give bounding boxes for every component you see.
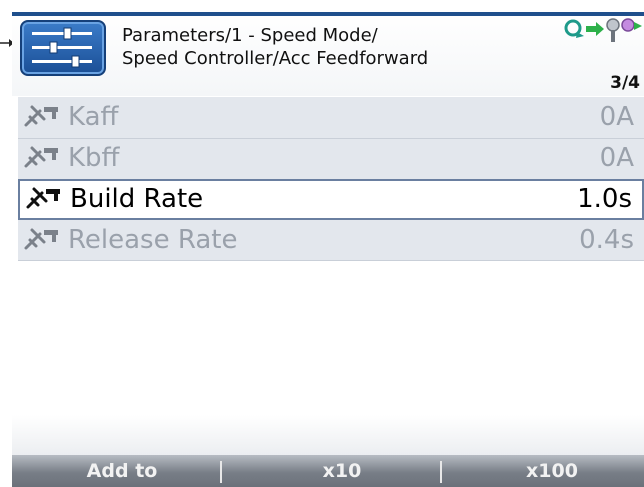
keys-icon xyxy=(606,18,642,42)
parameter-name: Kaff xyxy=(68,102,119,132)
parameter-value: 1.0s xyxy=(577,184,632,214)
softkey-fade xyxy=(12,415,644,455)
status-icons xyxy=(564,18,642,42)
parameter-row-kbff[interactable]: Kbff 0A xyxy=(18,138,644,179)
wrench-parameter-icon xyxy=(24,146,58,168)
parameter-name: Kbff xyxy=(68,143,120,173)
wrench-parameter-icon xyxy=(24,228,58,250)
breadcrumb: Parameters/1 - Speed Mode/ Speed Control… xyxy=(122,25,429,69)
network-refresh-icon xyxy=(564,19,584,38)
row-divider xyxy=(18,260,644,261)
page-indicator: 3/4 xyxy=(610,73,640,93)
softkey-x10[interactable]: x10 xyxy=(262,455,422,487)
softkey-bar: Add to x10 x100 xyxy=(12,455,644,487)
parameter-value: 0.4s xyxy=(579,225,634,255)
parameter-value: 0A xyxy=(599,143,634,173)
parameter-row-release-rate[interactable]: Release Rate 0.4s xyxy=(18,220,644,261)
parameter-name: Build Rate xyxy=(70,184,204,214)
wrench-parameter-icon xyxy=(24,105,58,127)
parameter-row-build-rate[interactable]: Build Rate 1.0s xyxy=(18,179,644,220)
softkey-divider xyxy=(440,461,442,483)
parameter-sliders-icon xyxy=(20,20,106,76)
softkey-x100[interactable]: x100 xyxy=(472,455,632,487)
parameter-name: Release Rate xyxy=(68,225,238,255)
softkey-divider xyxy=(220,461,222,483)
header-accent-line xyxy=(12,12,644,16)
parameter-row-kaff[interactable]: Kaff 0A xyxy=(18,97,644,138)
wrench-parameter-icon xyxy=(26,187,60,209)
parameter-value: 0A xyxy=(599,102,634,132)
softkey-add-to[interactable]: Add to xyxy=(42,455,202,487)
